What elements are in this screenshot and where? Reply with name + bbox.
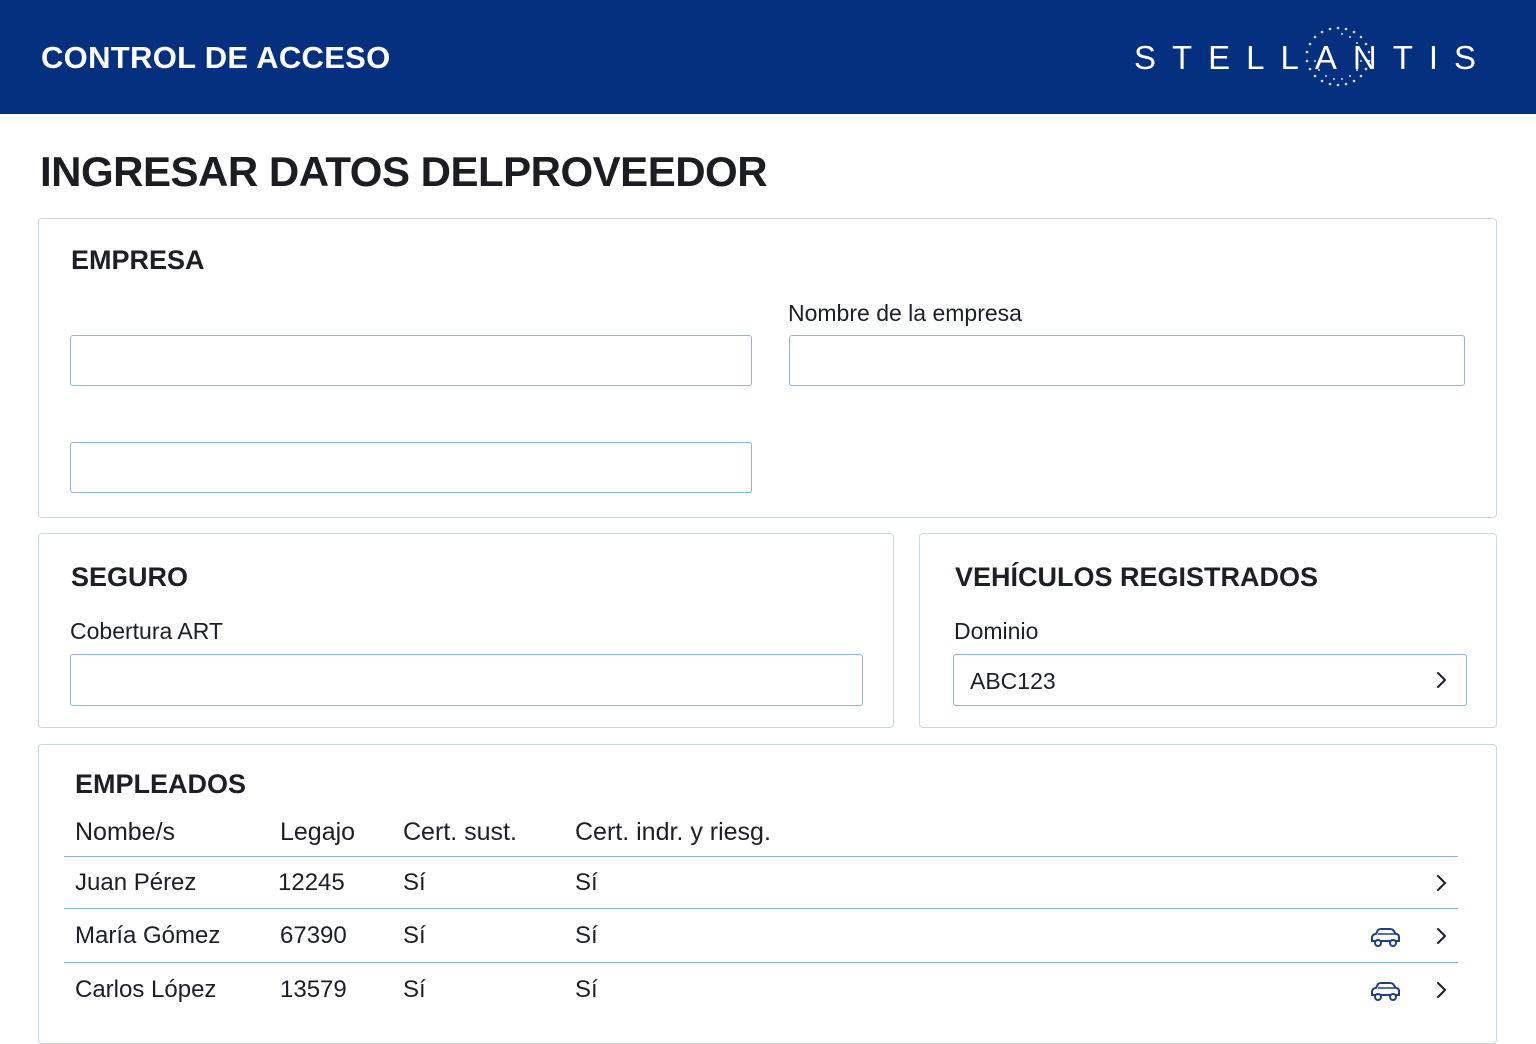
empresa-card: EMPRESA Nombre de la empresa <box>38 218 1497 518</box>
dominio-value: ABC123 <box>970 668 1056 694</box>
employee-name: María Gómez <box>75 922 221 949</box>
table-row[interactable]: María Gómez 67390 Sí Sí <box>64 910 1458 962</box>
chevron-right-icon[interactable] <box>1432 927 1450 945</box>
table-row[interactable]: Juan Pérez 12245 Sí Sí <box>64 857 1458 909</box>
empresa-nombre-input[interactable] <box>789 335 1465 386</box>
table-row[interactable]: Carlos López 13579 Sí Sí <box>64 964 1458 1016</box>
vehiculos-section-title: VEHÍCULOS REGISTRADOS <box>955 562 1319 592</box>
top-header-bar: CONTROL DE ACCESO STELLANTIS <box>0 0 1536 114</box>
employee-cert-sust: Sí <box>403 869 426 896</box>
column-header-nombre: Nombe/s <box>75 818 176 846</box>
seguro-card: SEGURO Cobertura ART <box>38 533 894 728</box>
employee-cert-indr: Sí <box>575 976 598 1003</box>
cobertura-art-input[interactable] <box>70 654 863 706</box>
dominio-select[interactable]: ABC123 <box>953 654 1467 706</box>
employee-name: Juan Pérez <box>75 869 197 896</box>
brand-name: STELLANTIS <box>1134 39 1493 76</box>
dominio-label: Dominio <box>954 618 1039 644</box>
empleados-section-title: EMPLEADOS <box>75 769 247 799</box>
employee-name: Carlos López <box>75 976 217 1003</box>
chevron-right-icon[interactable] <box>1432 874 1450 892</box>
seguro-section-title: SEGURO <box>71 562 189 592</box>
car-icon[interactable] <box>1369 926 1401 948</box>
employee-cert-sust: Sí <box>403 922 426 949</box>
column-header-legajo: Legajo <box>280 818 356 846</box>
column-header-cert-indr: Cert. indr. y riesg. <box>575 818 771 846</box>
page-title: INGRESAR DATOS DELPROVEEDOR <box>40 148 768 195</box>
app-title: CONTROL DE ACCESO <box>41 40 391 75</box>
chevron-right-icon[interactable] <box>1432 981 1450 999</box>
table-divider <box>64 962 1458 963</box>
employee-cert-indr: Sí <box>575 922 598 949</box>
empresa-nombre-label: Nombre de la empresa <box>788 300 1022 326</box>
employee-legajo: 13579 <box>280 976 347 1003</box>
chevron-right-icon <box>1437 672 1446 688</box>
empresa-section-title: EMPRESA <box>71 245 205 275</box>
employee-cert-indr: Sí <box>575 869 598 896</box>
employee-legajo: 12245 <box>278 869 345 896</box>
vehiculos-card: VEHÍCULOS REGISTRADOS Dominio ABC123 <box>919 533 1497 728</box>
cobertura-art-label: Cobertura ART <box>70 618 223 644</box>
column-header-cert-sust: Cert. sust. <box>403 818 517 846</box>
empresa-field-3-input[interactable] <box>70 442 752 493</box>
empresa-field-1-input[interactable] <box>70 335 752 386</box>
car-icon[interactable] <box>1369 980 1401 1002</box>
stellantis-logo: STELLANTIS <box>1134 26 1479 92</box>
employee-cert-sust: Sí <box>403 976 426 1003</box>
table-divider <box>64 908 1458 909</box>
employee-legajo: 67390 <box>280 922 347 949</box>
